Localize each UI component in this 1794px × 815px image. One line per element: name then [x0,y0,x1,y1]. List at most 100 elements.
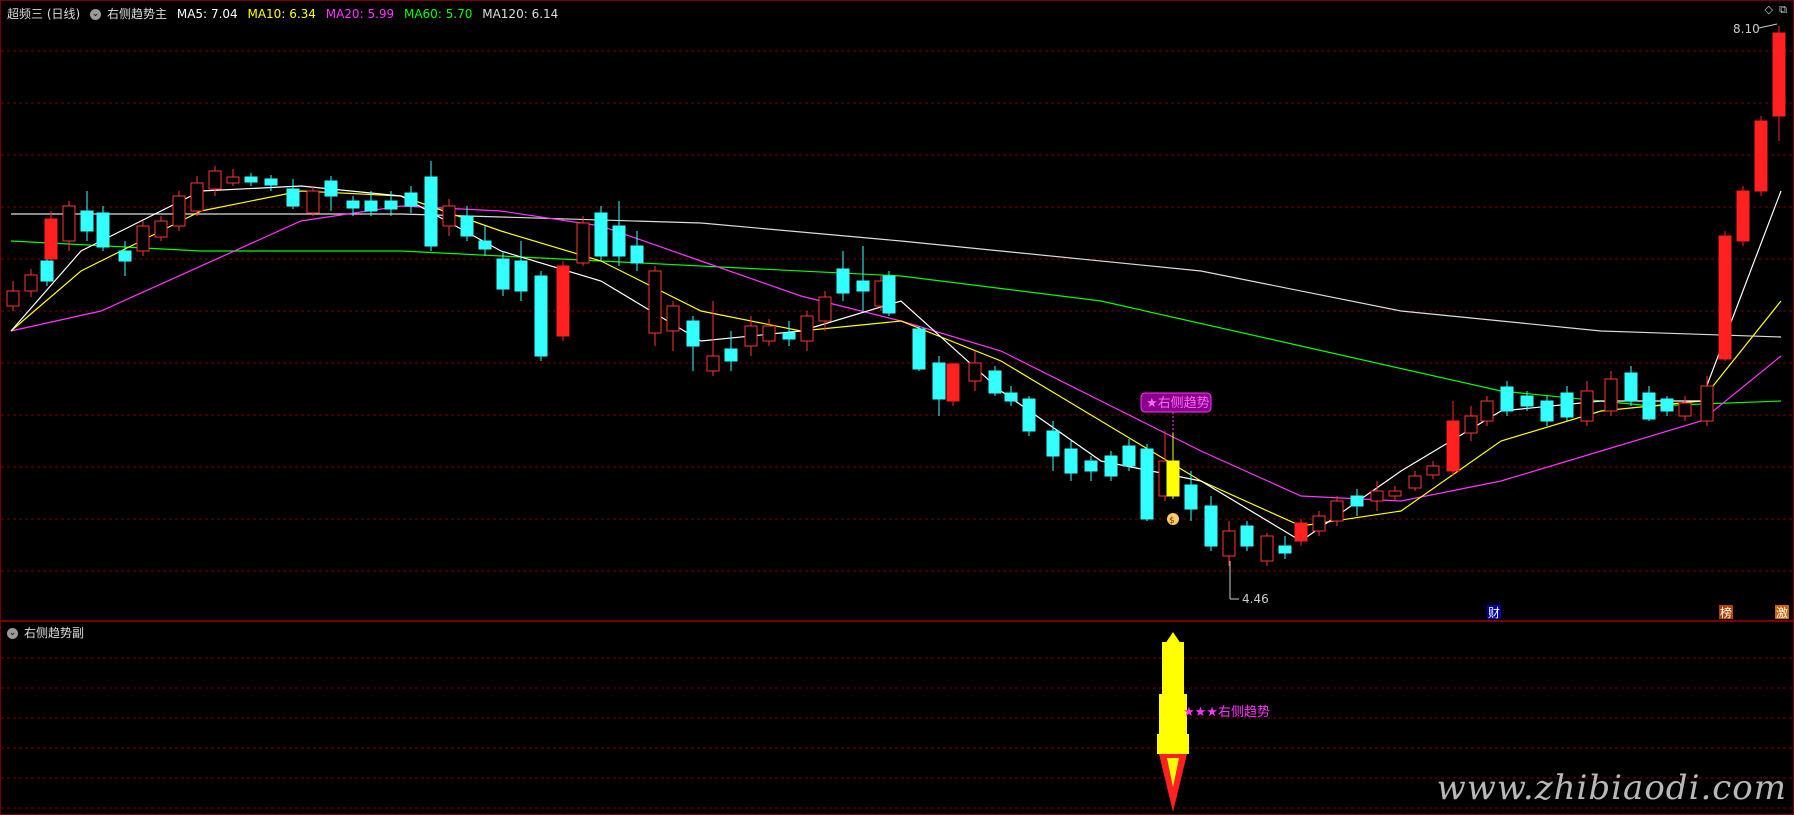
candle [612,201,626,266]
candle [856,246,870,311]
sub-indicator-panel[interactable]: ★★★右侧趋势 ⌄ 右侧趋势副 www.zhibiaodi.com [0,621,1794,815]
ma10-line [10,190,1782,527]
candle [6,281,20,311]
candle [968,351,982,391]
candle [1500,381,1514,416]
candle [1772,26,1786,141]
candle [1278,536,1292,559]
collapse-icon[interactable]: ⌄ [7,628,18,639]
candle [424,161,438,251]
candle [1350,489,1364,516]
sub-formula-name[interactable]: 右侧趋势副 [24,626,84,640]
candle [1624,366,1638,406]
candle [190,176,204,216]
candle [478,226,492,256]
candle [782,321,796,346]
candle [306,186,320,216]
candle [1294,519,1308,546]
candle [1204,496,1218,551]
candle [324,176,338,211]
candle [1004,386,1018,406]
candle [648,266,662,346]
candle [1480,396,1494,426]
event-marker-bang-label: 榜 [1720,605,1732,620]
candle [404,186,418,213]
candle [932,356,946,416]
money-bag-glyph: $ [1169,516,1175,526]
candle [460,206,474,241]
candle [1736,186,1750,246]
high-arrow-icon [1758,23,1778,29]
candle [136,221,150,256]
candle [800,311,814,351]
main-chart-panel[interactable]: 超频三 (日线) ⌄ 右侧趋势主 MA5: 7.04 MA10: 6.34 MA2… [0,0,1794,621]
annotations: 8.10 4.46 ★右侧趋势 $ 财 榜 激 [1140,22,1789,620]
candlestick-chart[interactable]: 8.10 4.46 ★右侧趋势 $ 财 榜 激 [1,1,1793,620]
candle [1540,396,1554,426]
candle [1660,396,1674,416]
candle [1446,401,1460,476]
candle [1718,231,1732,361]
candle [666,301,680,351]
candle [154,216,168,241]
candle [264,175,278,191]
candle [244,173,258,186]
candles [6,26,1786,566]
candle [1408,471,1422,491]
ma60-line [10,240,1782,407]
candle [1700,376,1714,426]
candle [946,363,960,406]
candle [1642,386,1656,421]
candle [1464,406,1478,441]
candle [1166,433,1180,499]
event-marker-ji-label: 激 [1776,606,1788,620]
candle [1330,496,1344,526]
watermark: www.zhibiaodi.com [1436,768,1787,808]
candle [1560,386,1574,421]
candle [1046,421,1060,471]
candle [1678,396,1692,421]
high-price-label: 8.10 [1733,22,1760,36]
candle [1022,396,1036,436]
candle [286,179,300,209]
event-marker-cai-label: 财 [1488,606,1500,620]
candle [1140,444,1154,521]
grid-lines [1,50,1793,572]
candle [442,199,456,236]
candle [24,269,38,297]
candle [1754,116,1768,196]
rocket-signal-label: ★★★右侧趋势 [1183,704,1270,720]
ma20-line [10,205,1782,502]
candle [496,251,510,296]
candle [762,319,776,346]
candle [1104,451,1118,481]
candle [96,206,110,251]
candle [1426,461,1440,479]
candle [1222,521,1236,566]
low-price-label: 4.46 [1242,592,1269,606]
candle [1604,371,1618,416]
candle [1580,381,1594,426]
candle [1312,511,1326,536]
candle [1064,441,1078,481]
sub-legend: ⌄ 右侧趋势副 [7,624,90,641]
candle [226,169,240,186]
rocket-icon [1157,632,1189,812]
candle [556,261,570,341]
candle [882,271,896,316]
candle [1122,439,1136,471]
candle [576,216,590,266]
candle [594,206,608,261]
candle [44,211,58,261]
candle [208,166,222,196]
candle [988,366,1002,396]
candle [1388,486,1402,501]
candle [172,191,186,231]
candle [1240,521,1254,551]
candle [514,241,528,301]
candle [912,326,926,371]
candle [534,271,548,361]
candle [1084,456,1098,481]
candle [80,191,94,241]
signal-tag: ★右侧趋势 [1146,395,1210,411]
